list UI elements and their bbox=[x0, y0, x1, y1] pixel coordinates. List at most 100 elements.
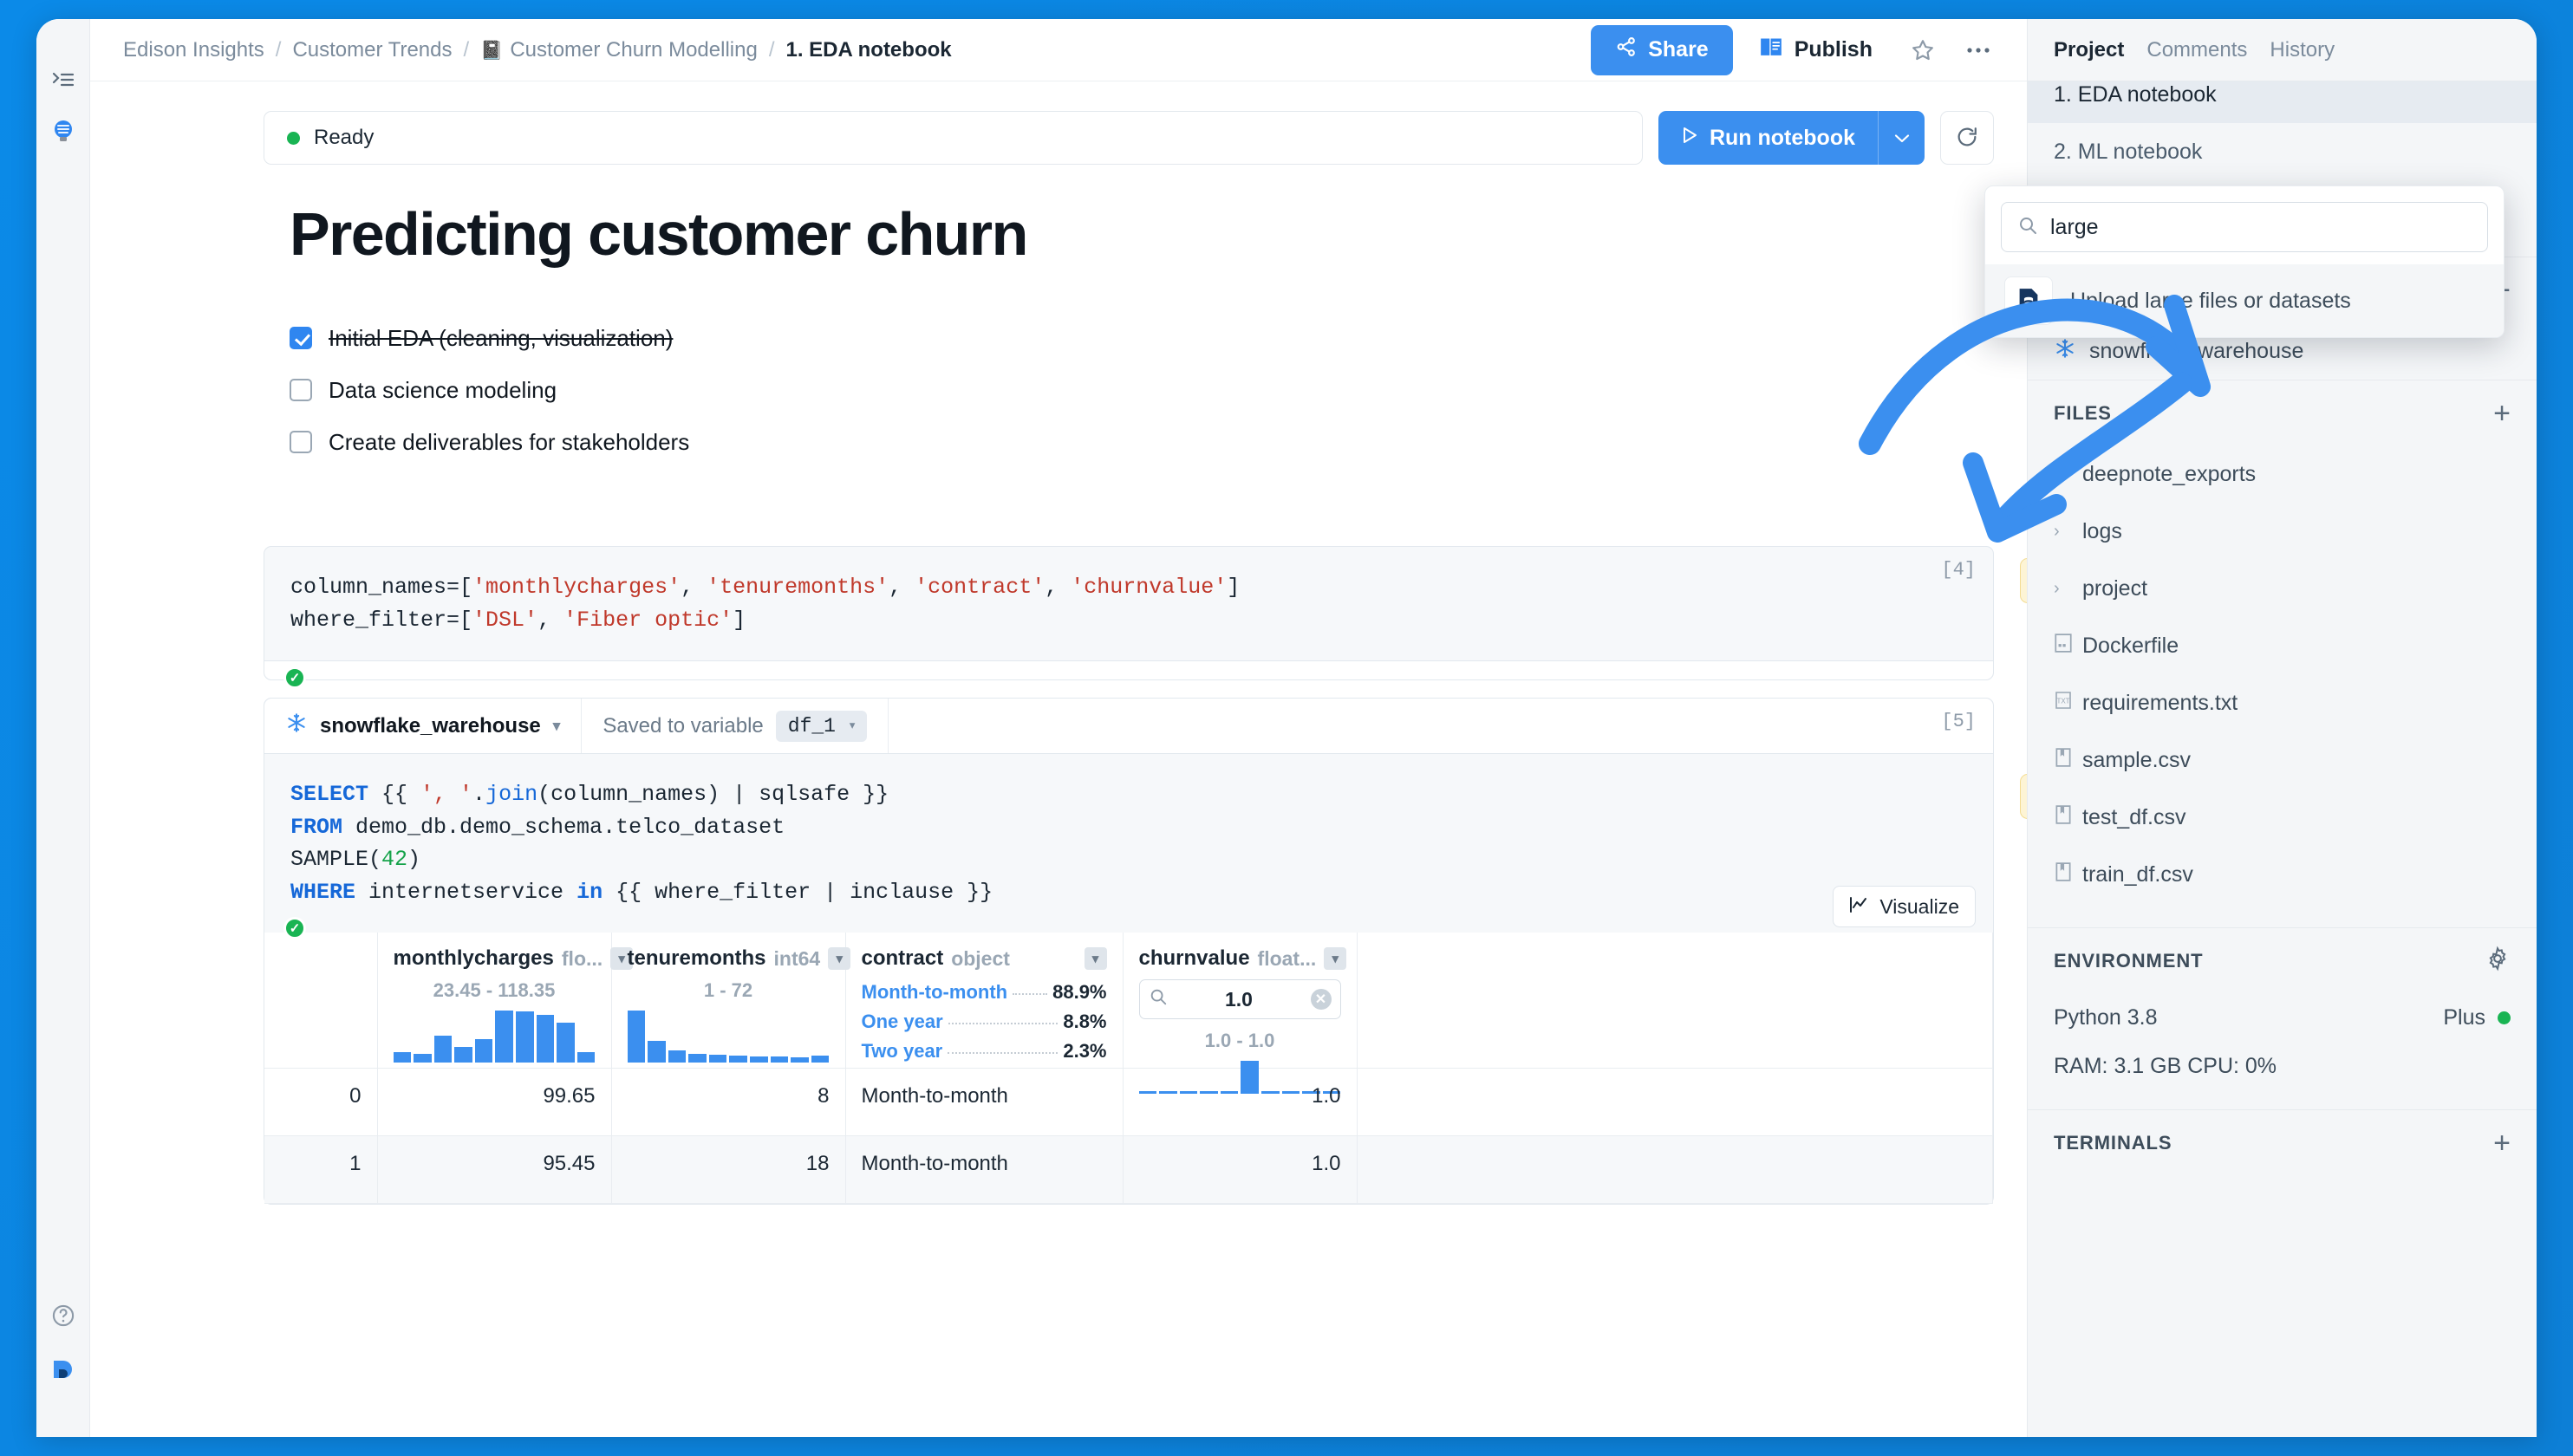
file-test-df-csv[interactable]: test_df.csv bbox=[2028, 789, 2537, 846]
column-filter-input[interactable]: 1.0 ✕ bbox=[1138, 979, 1341, 1019]
variable-name-chip[interactable]: df_1 ▾ bbox=[775, 710, 868, 742]
breadcrumb-separator: / bbox=[275, 37, 282, 62]
add-file-button[interactable]: + bbox=[2493, 399, 2511, 428]
column-range: 23.45 - 118.35 bbox=[433, 979, 556, 1001]
histogram-bar bbox=[1220, 1091, 1239, 1094]
column-range: 1 - 72 bbox=[703, 979, 753, 1001]
todo-label: Data science modeling bbox=[329, 376, 557, 403]
column-name: tenuremonths bbox=[627, 946, 766, 970]
notebook-emoji-icon: 📓 bbox=[480, 40, 504, 61]
star-icon[interactable] bbox=[1899, 26, 1947, 75]
tab-comments[interactable]: Comments bbox=[2146, 38, 2247, 62]
search-result-upload-large-files[interactable]: Upload large files or datasets bbox=[1985, 264, 2504, 337]
cell-footer bbox=[264, 660, 1993, 679]
cell-body[interactable]: snowflake_warehouse ▾ Saved to variable … bbox=[264, 698, 1994, 1205]
code-editor-sql[interactable]: SELECT {{ ', '.join(column_names) | sqls… bbox=[264, 754, 1993, 933]
search-icon bbox=[1149, 987, 1168, 1012]
sidebar-item-eda-notebook[interactable]: 1. EDA notebook bbox=[2028, 81, 2537, 123]
main-column: Edison Insights / Customer Trends / 📓 Cus… bbox=[90, 19, 2027, 1437]
gear-icon[interactable] bbox=[2485, 946, 2511, 976]
share-label: Share bbox=[1648, 37, 1709, 62]
todo-item[interactable]: Data science modeling bbox=[290, 364, 1994, 416]
todo-checkbox[interactable] bbox=[290, 379, 312, 401]
sidebar-item-ml-notebook[interactable]: 2. ML notebook bbox=[2028, 123, 2537, 180]
todo-checkbox[interactable] bbox=[290, 327, 312, 349]
file-train-df-csv[interactable]: train_df.csv bbox=[2028, 846, 2537, 903]
status-dot-icon bbox=[287, 131, 300, 145]
publish-button[interactable]: Publish bbox=[1740, 25, 1892, 75]
run-options-chevron-down-icon[interactable] bbox=[1878, 111, 1925, 165]
todo-label: Initial EDA (cleaning, visualization) bbox=[329, 324, 674, 351]
sidebar-tabs: Project Comments History bbox=[2028, 19, 2537, 81]
cell-contract: Month-to-month bbox=[845, 1068, 1124, 1136]
lightbulb-avatar-icon[interactable] bbox=[49, 116, 78, 146]
histogram-bar bbox=[1159, 1091, 1177, 1094]
file-dockerfile[interactable]: Dockerfile bbox=[2028, 617, 2537, 674]
tab-history[interactable]: History bbox=[2270, 38, 2335, 62]
file-sample-csv[interactable]: sample.csv bbox=[2028, 731, 2537, 789]
column-menu-chevron-down-icon[interactable]: ▾ bbox=[1084, 947, 1107, 970]
breadcrumb-item-workspace[interactable]: Edison Insights bbox=[123, 38, 264, 62]
cell-body[interactable]: [4] column_names=['monthlycharges', 'ten… bbox=[264, 546, 1994, 689]
column-menu-chevron-down-icon[interactable]: ▾ bbox=[1324, 947, 1347, 970]
breadcrumb-separator: / bbox=[768, 37, 775, 62]
tab-project[interactable]: Project bbox=[2054, 38, 2124, 62]
column-name: contract bbox=[861, 946, 944, 970]
execution-count: [4] bbox=[1941, 559, 1976, 581]
clear-icon[interactable]: ✕ bbox=[1310, 989, 1332, 1010]
add-terminal-button[interactable]: + bbox=[2493, 1128, 2511, 1158]
breadcrumb-project-label: Customer Churn Modelling bbox=[510, 37, 758, 62]
column-menu-chevron-down-icon[interactable]: ▾ bbox=[828, 947, 851, 970]
category-row: One year 8.8% bbox=[862, 1011, 1107, 1033]
search-field-wrap[interactable] bbox=[2001, 202, 2488, 252]
plan-label: Plus bbox=[2443, 1004, 2485, 1030]
breadcrumb-item-folder[interactable]: Customer Trends bbox=[292, 38, 452, 62]
search-input[interactable] bbox=[2050, 214, 2472, 240]
saved-to-label: Saved to variable bbox=[603, 713, 764, 738]
notebook-scroll[interactable]: Ready Run notebook Predicting customer c… bbox=[90, 81, 2027, 1437]
visualize-button[interactable]: Visualize bbox=[1833, 886, 1976, 927]
snowflake-icon bbox=[285, 712, 308, 740]
todo-item[interactable]: Create deliverables for stakeholders bbox=[290, 416, 1994, 468]
file-label: sample.csv bbox=[2082, 747, 2192, 772]
column-histogram bbox=[393, 1011, 596, 1063]
ellipsis-icon[interactable] bbox=[1954, 26, 2003, 75]
code-editor-python[interactable]: column_names=['monthlycharges', 'tenurem… bbox=[264, 547, 1993, 660]
file-requirements-txt[interactable]: TXT requirements.txt bbox=[2028, 674, 2537, 731]
environment-title: ENVIRONMENT bbox=[2054, 949, 2204, 972]
csv-file-icon bbox=[2054, 861, 2071, 887]
file-folder-deepnote-exports[interactable]: › deepnote_exports bbox=[2028, 445, 2537, 503]
chevron-down-icon: ▾ bbox=[847, 718, 857, 735]
restart-kernel-button[interactable] bbox=[1940, 111, 1994, 165]
column-header-churnvalue: churnvalue float... ▾ 1.0 ✕ 1.0 - 1.0 bbox=[1123, 933, 1358, 1094]
sql-datasource-dropdown[interactable]: snowflake_warehouse ▾ bbox=[264, 699, 583, 753]
comment-icon[interactable] bbox=[2020, 774, 2027, 819]
deepnote-logo-icon[interactable] bbox=[46, 1352, 81, 1387]
database-file-icon bbox=[2004, 276, 2053, 325]
share-button[interactable]: Share bbox=[1591, 24, 1733, 75]
right-sidebar: Project Comments History 1. EDA notebook… bbox=[1984, 19, 2537, 1437]
run-notebook-button[interactable]: Run notebook bbox=[1658, 111, 1878, 165]
category-row: Two year 2.3% bbox=[862, 1040, 1107, 1063]
histogram-bar bbox=[1261, 1091, 1280, 1094]
visualize-label: Visualize bbox=[1879, 894, 1959, 918]
file-folder-logs[interactable]: › logs bbox=[2028, 503, 2537, 560]
comment-icon[interactable] bbox=[2020, 558, 2027, 603]
todo-label: Create deliverables for stakeholders bbox=[329, 428, 690, 455]
status-label: Ready bbox=[314, 126, 375, 149]
histogram-bar bbox=[627, 1011, 646, 1063]
todo-item[interactable]: Initial EDA (cleaning, visualization) bbox=[290, 312, 1994, 364]
integration-search-popup: Upload large files or datasets bbox=[1984, 185, 2505, 338]
files-title: FILES bbox=[2054, 401, 2112, 424]
table-body: 0 99.65 8 Month-to-month 1.0 1 95.45 18 … bbox=[264, 1068, 1993, 1204]
cell-churnvalue: 1.0 bbox=[1123, 1068, 1358, 1136]
expand-sidebar-icon[interactable] bbox=[46, 62, 81, 97]
table-row[interactable]: 1 95.45 18 Month-to-month 1.0 bbox=[264, 1135, 1993, 1204]
table-row[interactable]: 0 99.65 8 Month-to-month 1.0 bbox=[264, 1068, 1993, 1136]
todo-checkbox[interactable] bbox=[290, 431, 312, 453]
breadcrumb-item-project[interactable]: 📓 Customer Churn Modelling bbox=[480, 38, 758, 62]
file-folder-project[interactable]: › project bbox=[2028, 560, 2537, 617]
kernel-status[interactable]: Ready bbox=[264, 111, 1643, 165]
row-index: 1 bbox=[264, 1135, 378, 1204]
help-circle-icon[interactable] bbox=[46, 1298, 81, 1333]
